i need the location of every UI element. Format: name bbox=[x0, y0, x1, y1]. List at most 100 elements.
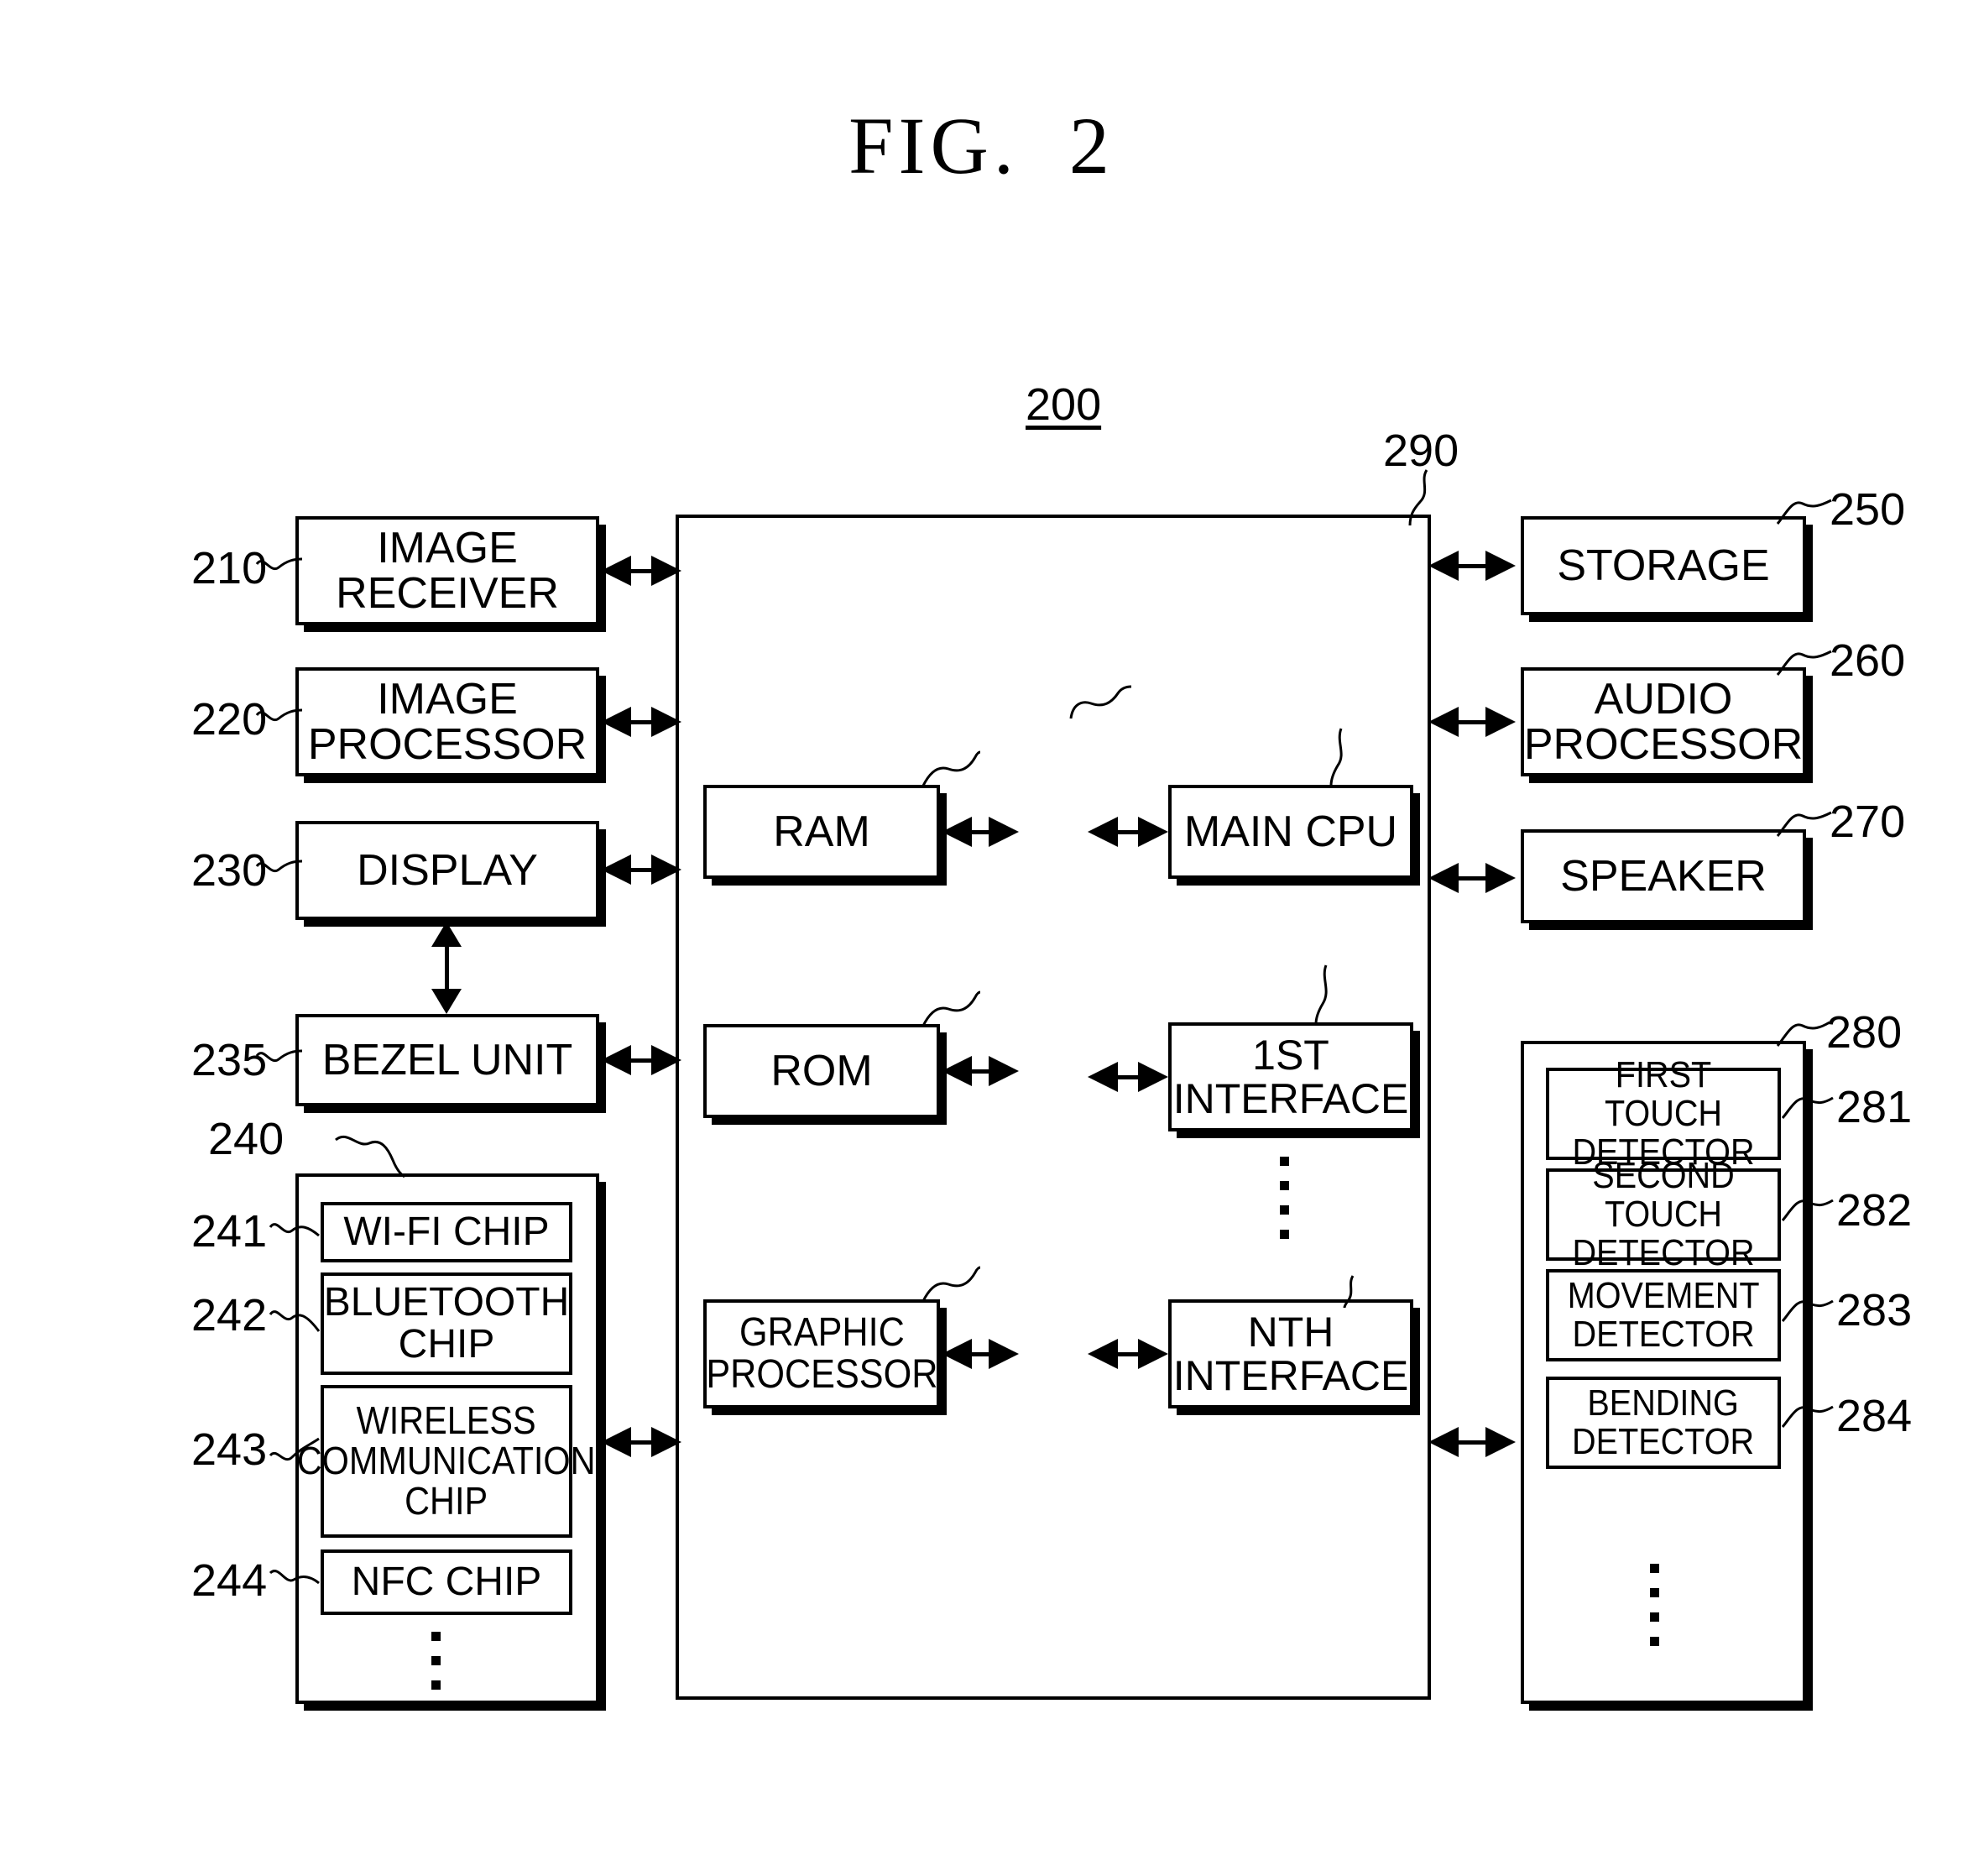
first-touch-detector-label: FIRST TOUCH DETECTOR bbox=[1572, 1054, 1755, 1173]
image-processor-label: IMAGE PROCESSOR bbox=[307, 674, 587, 769]
detector-vertical-ellipsis-icon bbox=[1650, 1564, 1659, 1646]
arrow-controller-speaker bbox=[1428, 863, 1516, 893]
leader-242 bbox=[269, 1299, 322, 1340]
leader-260 bbox=[1776, 645, 1833, 680]
ref-242: 242 bbox=[191, 1290, 268, 1340]
leader-295-n bbox=[1328, 1275, 1366, 1309]
rom-box[interactable]: ROM bbox=[703, 1024, 940, 1118]
ref-244: 244 bbox=[191, 1555, 268, 1606]
storage-label: STORAGE bbox=[1557, 541, 1770, 590]
leader-283 bbox=[1781, 1294, 1835, 1330]
ref-282: 282 bbox=[1836, 1185, 1913, 1236]
image-receiver-label: IMAGE RECEIVER bbox=[336, 523, 559, 618]
movement-detector-label: MOVEMENT DETECTOR bbox=[1567, 1275, 1760, 1355]
movement-detector-box[interactable]: MOVEMENT DETECTOR bbox=[1546, 1269, 1781, 1361]
arrow-display-bezel bbox=[431, 922, 462, 1014]
ref-230: 230 bbox=[191, 845, 268, 896]
storage-box[interactable]: STORAGE bbox=[1521, 516, 1806, 615]
ref-260: 260 bbox=[1830, 635, 1906, 686]
leader-282 bbox=[1781, 1194, 1835, 1229]
leader-220 bbox=[255, 697, 304, 732]
arrow-graphic-processor-bus bbox=[942, 1339, 1019, 1369]
bending-detector-label: BENDING DETECTOR bbox=[1572, 1382, 1755, 1462]
arrow-communicator-controller bbox=[601, 1427, 681, 1457]
leader-294 bbox=[1308, 728, 1353, 787]
audio-processor-box[interactable]: AUDIO PROCESSOR bbox=[1521, 667, 1806, 776]
leader-250 bbox=[1776, 494, 1833, 529]
arrow-rom-bus bbox=[942, 1056, 1019, 1086]
audio-processor-label: AUDIO PROCESSOR bbox=[1523, 674, 1804, 769]
interface-vertical-ellipsis-icon bbox=[1280, 1157, 1289, 1239]
nfc-chip-label: NFC CHIP bbox=[351, 1560, 542, 1605]
first-interface-label: 1ST INTERFACE bbox=[1172, 1032, 1409, 1122]
leader-240 bbox=[335, 1131, 408, 1178]
ref-250: 250 bbox=[1830, 484, 1906, 535]
ref-235: 235 bbox=[191, 1035, 268, 1085]
speaker-label: SPEAKER bbox=[1560, 851, 1767, 901]
display-box[interactable]: DISPLAY bbox=[295, 821, 599, 920]
wireless-communication-chip-label: WIRELESS COMMUNICATION CHIP bbox=[297, 1398, 596, 1523]
arrow-controller-storage bbox=[1428, 551, 1516, 581]
patent-figure-2: FIG. 2 200 290 296 IMAGE RECEIVER 210 IM… bbox=[0, 0, 1963, 1876]
ref-281: 281 bbox=[1836, 1082, 1913, 1132]
leader-235 bbox=[255, 1037, 304, 1073]
leader-284 bbox=[1781, 1400, 1835, 1435]
graphic-processor-label: GRAPHIC PROCESSOR bbox=[705, 1310, 938, 1397]
main-cpu-label: MAIN CPU bbox=[1183, 807, 1398, 856]
rom-label: ROM bbox=[770, 1046, 873, 1095]
first-touch-detector-box[interactable]: FIRST TOUCH DETECTOR bbox=[1546, 1056, 1781, 1171]
leader-295-1 bbox=[1292, 964, 1338, 1026]
leader-243 bbox=[269, 1417, 322, 1467]
leader-230 bbox=[255, 848, 304, 883]
ref-241: 241 bbox=[191, 1206, 268, 1257]
arrow-image-processor-controller bbox=[601, 707, 681, 737]
leader-290 bbox=[1376, 468, 1452, 527]
arrow-bus-nth-interface bbox=[1088, 1339, 1168, 1369]
arrow-image-receiver-controller bbox=[601, 556, 681, 586]
first-interface-box[interactable]: 1ST INTERFACE bbox=[1168, 1022, 1413, 1131]
second-touch-detector-label: SECOND TOUCH DETECTOR bbox=[1572, 1155, 1755, 1273]
ref-290-controller: 290 bbox=[1383, 426, 1459, 476]
image-receiver-box[interactable]: IMAGE RECEIVER bbox=[295, 516, 599, 625]
ref-243: 243 bbox=[191, 1424, 268, 1475]
ref-280: 280 bbox=[1826, 1007, 1903, 1058]
arrow-bus-first-interface bbox=[1088, 1062, 1168, 1092]
leader-281 bbox=[1781, 1091, 1835, 1126]
ref-240: 240 bbox=[208, 1114, 285, 1164]
arrow-bezel-controller bbox=[601, 1045, 681, 1075]
leader-293 bbox=[921, 1264, 982, 1303]
leader-292 bbox=[921, 989, 982, 1027]
ref-283: 283 bbox=[1836, 1285, 1913, 1335]
leader-280 bbox=[1776, 1017, 1831, 1051]
wifi-chip-box[interactable]: WI-FI CHIP bbox=[321, 1202, 572, 1262]
bluetooth-chip-box[interactable]: BLUETOOTH CHIP bbox=[321, 1272, 572, 1375]
arrow-ram-bus bbox=[942, 817, 1019, 847]
arrow-bus-main-cpu bbox=[1088, 817, 1168, 847]
leader-244 bbox=[269, 1560, 322, 1593]
ram-box[interactable]: RAM bbox=[703, 785, 940, 879]
display-label: DISPLAY bbox=[357, 845, 538, 895]
leader-291 bbox=[921, 749, 982, 787]
ref-200-system: 200 bbox=[1026, 379, 1102, 430]
graphic-processor-box[interactable]: GRAPHIC PROCESSOR bbox=[703, 1299, 940, 1408]
leader-270 bbox=[1776, 806, 1833, 841]
bending-detector-box[interactable]: BENDING DETECTOR bbox=[1546, 1377, 1781, 1469]
bezel-unit-label: BEZEL UNIT bbox=[321, 1035, 573, 1084]
ref-284: 284 bbox=[1836, 1391, 1913, 1441]
main-cpu-box[interactable]: MAIN CPU bbox=[1168, 785, 1413, 879]
ram-label: RAM bbox=[773, 807, 870, 856]
ref-270: 270 bbox=[1830, 797, 1906, 847]
wifi-chip-label: WI-FI CHIP bbox=[343, 1210, 550, 1255]
bezel-unit-box[interactable]: BEZEL UNIT bbox=[295, 1014, 599, 1106]
leader-296 bbox=[1069, 682, 1133, 719]
ref-210: 210 bbox=[191, 543, 268, 593]
nfc-chip-box[interactable]: NFC CHIP bbox=[321, 1549, 572, 1615]
ref-220: 220 bbox=[191, 694, 268, 745]
leader-210 bbox=[255, 546, 304, 581]
nth-interface-box[interactable]: NTH INTERFACE bbox=[1168, 1299, 1413, 1408]
second-touch-detector-box[interactable]: SECOND TOUCH DETECTOR bbox=[1546, 1157, 1781, 1272]
wireless-communication-chip-box[interactable]: WIRELESS COMMUNICATION CHIP bbox=[297, 1385, 596, 1538]
arrow-controller-audio-processor bbox=[1428, 707, 1516, 737]
speaker-box[interactable]: SPEAKER bbox=[1521, 829, 1806, 923]
image-processor-box[interactable]: IMAGE PROCESSOR bbox=[295, 667, 599, 776]
